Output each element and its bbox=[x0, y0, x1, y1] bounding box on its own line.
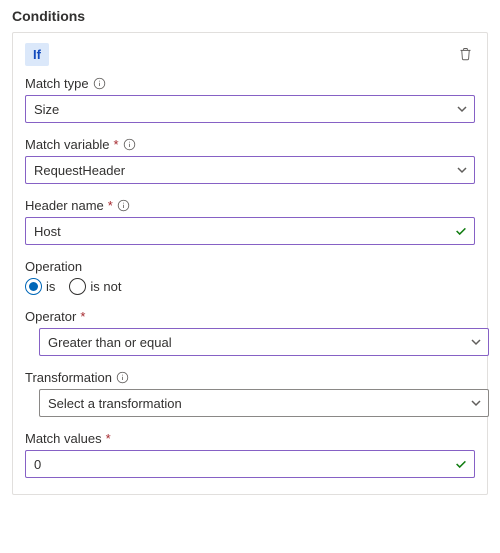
operation-radios: is is not bbox=[25, 278, 475, 295]
match-values-label: Match values * bbox=[25, 431, 475, 446]
radio-button-selected bbox=[25, 278, 42, 295]
input-value: Host bbox=[34, 224, 61, 239]
card-header: If bbox=[25, 43, 475, 66]
transformation-label: Transformation bbox=[25, 370, 475, 385]
info-icon[interactable] bbox=[93, 77, 106, 90]
match-type-select[interactable]: Size bbox=[25, 95, 475, 123]
match-variable-label: Match variable * bbox=[25, 137, 475, 152]
label-text: Match variable bbox=[25, 137, 110, 152]
radio-label: is not bbox=[90, 279, 121, 294]
operation-is-radio[interactable]: is bbox=[25, 278, 55, 295]
operation-group: Operation is is not bbox=[25, 259, 475, 295]
input-value: 0 bbox=[34, 457, 41, 472]
match-variable-select[interactable]: RequestHeader bbox=[25, 156, 475, 184]
chevron-down-icon bbox=[470, 397, 482, 409]
section-title: Conditions bbox=[12, 8, 488, 24]
select-value: Greater than or equal bbox=[48, 335, 172, 350]
required-mark: * bbox=[106, 431, 111, 446]
transformation-select[interactable]: Select a transformation bbox=[39, 389, 489, 417]
match-type-label: Match type bbox=[25, 76, 475, 91]
match-type-group: Match type Size bbox=[25, 76, 475, 123]
operation-label: Operation bbox=[25, 259, 475, 274]
delete-button[interactable] bbox=[456, 44, 475, 66]
info-icon[interactable] bbox=[117, 199, 130, 212]
trash-icon bbox=[458, 46, 473, 64]
header-name-input[interactable]: Host bbox=[25, 217, 475, 245]
chevron-down-icon bbox=[456, 103, 468, 115]
check-icon bbox=[454, 224, 468, 238]
header-name-label: Header name * bbox=[25, 198, 475, 213]
chevron-down-icon bbox=[470, 336, 482, 348]
required-mark: * bbox=[114, 137, 119, 152]
select-placeholder: Select a transformation bbox=[48, 396, 182, 411]
operator-group: Operator * Greater than or equal bbox=[25, 309, 475, 356]
transformation-group: Transformation Select a transformation bbox=[25, 370, 475, 417]
check-icon bbox=[454, 457, 468, 471]
info-icon[interactable] bbox=[116, 371, 129, 384]
operator-select[interactable]: Greater than or equal bbox=[39, 328, 489, 356]
label-text: Match type bbox=[25, 76, 89, 91]
label-text: Transformation bbox=[25, 370, 112, 385]
radio-label: is bbox=[46, 279, 55, 294]
info-icon[interactable] bbox=[123, 138, 136, 151]
operator-label: Operator * bbox=[25, 309, 475, 324]
radio-button bbox=[69, 278, 86, 295]
if-chip: If bbox=[25, 43, 49, 66]
match-values-group: Match values * 0 bbox=[25, 431, 475, 478]
condition-card: If Match type Size bbox=[12, 32, 488, 495]
label-text: Operation bbox=[25, 259, 82, 274]
required-mark: * bbox=[80, 309, 85, 324]
operation-isnot-radio[interactable]: is not bbox=[69, 278, 121, 295]
label-text: Operator bbox=[25, 309, 76, 324]
chevron-down-icon bbox=[456, 164, 468, 176]
match-variable-group: Match variable * RequestHeader bbox=[25, 137, 475, 184]
match-values-input[interactable]: 0 bbox=[25, 450, 475, 478]
select-value: RequestHeader bbox=[34, 163, 125, 178]
select-value: Size bbox=[34, 102, 59, 117]
label-text: Match values bbox=[25, 431, 102, 446]
required-mark: * bbox=[108, 198, 113, 213]
label-text: Header name bbox=[25, 198, 104, 213]
header-name-group: Header name * Host bbox=[25, 198, 475, 245]
